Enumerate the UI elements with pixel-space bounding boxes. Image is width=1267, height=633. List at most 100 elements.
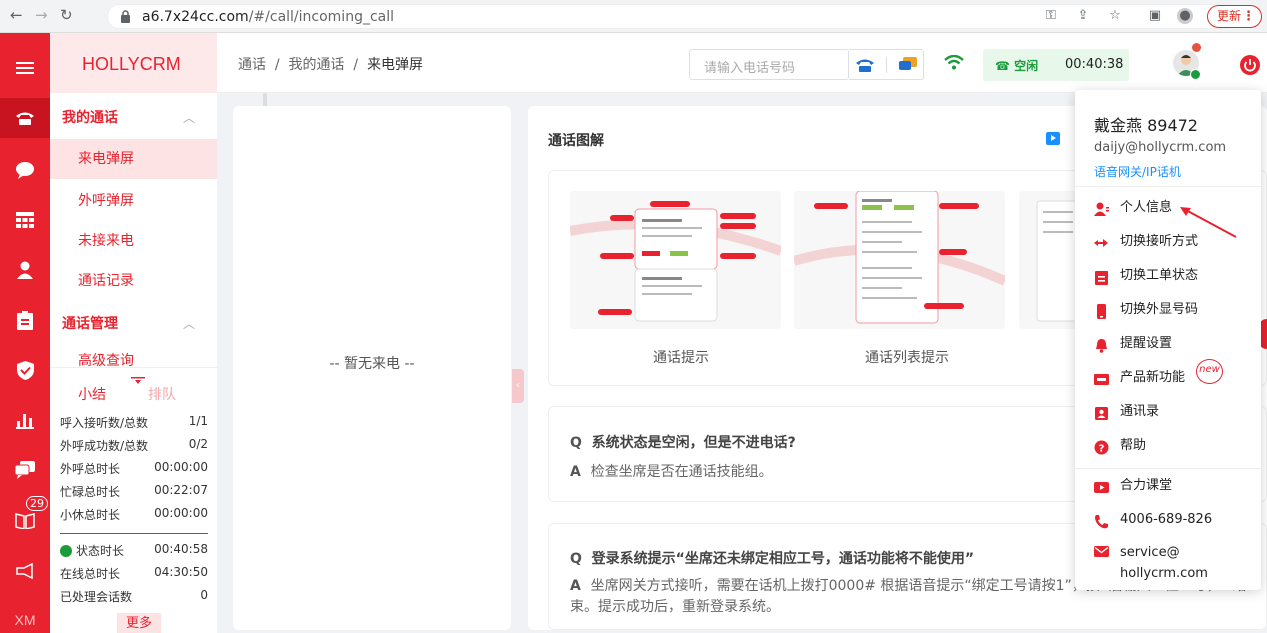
diagram-caption: 通话列表提示 — [865, 350, 949, 366]
contact-icon[interactable] — [0, 250, 50, 290]
sidebar-item-call-records[interactable]: 通话记录 — [50, 261, 217, 301]
side-panel-icon[interactable]: ▣ — [1147, 8, 1163, 24]
agent-status[interactable]: ☎ 空闲 00:40:38 — [983, 49, 1129, 81]
grid-icon[interactable] — [0, 200, 50, 240]
brand-logo: HOLLYCRM — [50, 33, 217, 93]
power-icon[interactable] — [1240, 55, 1260, 75]
stat-label: 在线总时长 — [60, 567, 121, 581]
new-tag-icon — [1094, 370, 1109, 385]
book-icon[interactable]: 29 — [0, 496, 50, 540]
status-phone-icon: ☎ — [995, 59, 1010, 73]
key-icon[interactable]: ⚿ — [1043, 8, 1059, 24]
sidebar-item-incoming-screen[interactable]: 来电弹屏 — [50, 139, 217, 179]
drag-handle-icon[interactable] — [131, 370, 145, 384]
stat-value: 00:40:58 — [154, 542, 208, 556]
more-button[interactable]: 更多 — [117, 613, 161, 633]
diagram-thumbnail[interactable] — [1019, 191, 1079, 329]
update-button[interactable]: 更新 ⋮ — [1207, 5, 1262, 28]
stat-label: 状态时长 — [76, 544, 125, 558]
incoming-call-panel: -- 暂无来电 -- — [233, 106, 511, 630]
phone-number-input[interactable]: 请输入电话号码 — [689, 49, 849, 80]
menu-item-new-features[interactable]: 产品新功能 — [1094, 364, 1254, 392]
notification-dot — [1192, 43, 1201, 52]
group-call-management[interactable]: 通话管理 ︿ — [50, 304, 217, 344]
section-title: 通话图解 — [548, 133, 604, 149]
annotation-arrow — [1180, 207, 1237, 238]
q-marker: Q — [570, 551, 592, 567]
group-label: 我的通话 — [62, 110, 118, 126]
divider — [60, 533, 208, 534]
sidebar-item-advanced-search[interactable]: 高级查询 — [50, 347, 217, 367]
status-timer: 00:40:38 — [1065, 57, 1124, 72]
menu-item-classroom[interactable]: 合力课堂 — [1094, 472, 1254, 500]
menu-item-contacts[interactable]: 通讯录 — [1094, 398, 1254, 426]
user-initials[interactable]: XM — [0, 600, 50, 633]
dial-phone-icon[interactable] — [855, 57, 875, 73]
update-label: 更新 — [1217, 9, 1242, 23]
phone-icon[interactable] — [0, 98, 50, 138]
faq-question: Q 系统状态是空闲，但是不进电话? — [570, 432, 796, 452]
q-marker: Q — [570, 435, 592, 451]
back-icon[interactable]: ← — [10, 6, 23, 24]
message-icon[interactable] — [0, 450, 50, 490]
menu-item-label: 通讯录 — [1120, 404, 1160, 419]
chat-icon[interactable] — [0, 150, 50, 190]
a-marker: A — [570, 578, 591, 594]
reload-icon[interactable]: ↻ — [60, 6, 73, 24]
shield-icon[interactable] — [0, 350, 50, 390]
profile-icon[interactable]: ● — [1177, 8, 1193, 24]
breadcrumb-item[interactable]: 我的通话 — [289, 57, 345, 73]
menu-item-reminder-settings[interactable]: 提醒设置 — [1094, 330, 1254, 358]
icon-rail: 29 XM — [0, 33, 50, 633]
stat-value: 00:00:00 — [154, 460, 208, 474]
bar-chart-icon[interactable] — [0, 400, 50, 440]
breadcrumb-item[interactable]: 通话 — [238, 57, 266, 73]
stat-value: 0 — [200, 588, 208, 602]
stat-row: 在线总时长 04:30:50 — [60, 565, 208, 585]
stat-row: 小休总时长 00:00:00 — [60, 506, 208, 526]
video-icon[interactable] — [1046, 132, 1060, 145]
star-icon[interactable]: ☆ — [1107, 8, 1123, 24]
faq-question: Q 登录系统提示“坐席还未绑定相应工号，通话功能将不能使用” — [570, 548, 974, 568]
forward-icon[interactable]: → — [35, 6, 48, 24]
faq-question-text: 登录系统提示“坐席还未绑定相应工号，通话功能将不能使用” — [591, 551, 975, 567]
diagram-thumbnail[interactable] — [794, 191, 1005, 329]
stat-label: 外呼成功数/总数 — [60, 439, 149, 453]
stat-value: 00:22:07 — [154, 483, 208, 497]
connection-type[interactable]: 语音网关/IP话机 — [1094, 163, 1181, 180]
sidebar-item-outbound-screen[interactable]: 外呼弹屏 — [50, 181, 217, 221]
collapse-toggle[interactable]: ‹ — [512, 369, 524, 403]
stat-row: 外呼成功数/总数 0/2 — [60, 437, 208, 457]
address-bar[interactable]: a6.7x24cc.com/#/call/incoming_call — [107, 4, 1235, 29]
menu-item-label: service@ hollycrm.com — [1120, 542, 1208, 584]
top-header: 通话 / 我的通话 / 来电弹屏 请输入电话号码 ☎ 空闲 00:40:38 — [217, 33, 1267, 93]
menu-item-email[interactable]: service@ hollycrm.com — [1094, 540, 1254, 586]
menu-item-hotline[interactable]: 4006-689-826 — [1094, 506, 1254, 534]
megaphone-icon[interactable] — [0, 551, 50, 591]
group-my-calls[interactable]: 我的通话 ︿ — [50, 98, 217, 138]
stat-row: 忙碌总时长 00:22:07 — [60, 483, 208, 503]
menu-icon[interactable] — [0, 48, 50, 88]
new-badge: new — [1196, 359, 1223, 384]
stat-label: 小休总时长 — [60, 508, 121, 522]
menu-item-switch-caller-id[interactable]: 切换外显号码 — [1094, 296, 1254, 324]
menu-item-help[interactable]: ? 帮助 — [1094, 432, 1254, 460]
url-host: a6.7x24cc.com — [142, 9, 249, 25]
share-icon[interactable]: ⇪ — [1075, 8, 1091, 24]
no-call-text: -- 暂无来电 -- — [329, 356, 415, 372]
chevron-up-icon: ︿ — [182, 111, 195, 125]
url-path: /#/call/incoming_call — [248, 9, 395, 25]
menu-item-label: 切换工单状态 — [1120, 268, 1199, 283]
diagram-thumbnail[interactable] — [570, 191, 781, 329]
email-part: hollycrm.com — [1120, 566, 1208, 581]
tab-queue[interactable]: 排队 — [148, 384, 176, 404]
menu-item-switch-ticket-status[interactable]: 切换工单状态 — [1094, 262, 1254, 290]
clipboard-icon[interactable] — [0, 300, 50, 340]
sms-icon[interactable] — [899, 56, 918, 73]
a-marker: A — [570, 464, 591, 480]
stat-row: 呼入接听数/总数 1/1 — [60, 414, 208, 434]
stat-row: 状态时长 00:40:58 — [60, 542, 208, 562]
stat-label: 已处理会话数 — [60, 590, 133, 604]
sidebar-item-missed-calls[interactable]: 未接来电 — [50, 221, 217, 261]
tab-summary[interactable]: 小结 — [78, 384, 106, 404]
